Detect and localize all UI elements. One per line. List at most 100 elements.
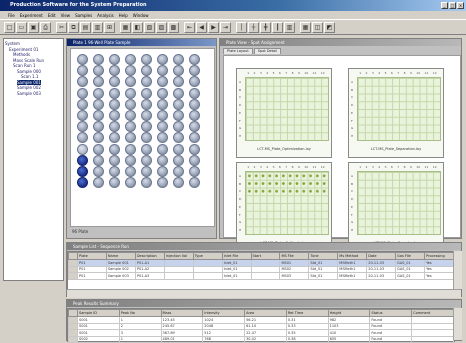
toolbar-button[interactable]: ▥ — [92, 21, 103, 33]
plate-well[interactable] — [189, 143, 200, 155]
maximize-button[interactable]: □ — [449, 2, 456, 9]
plate-well[interactable] — [125, 121, 136, 133]
plate-well[interactable] — [77, 65, 88, 77]
sample-table-hscroll[interactable] — [67, 289, 461, 298]
column-header[interactable]: Injection Vol — [163, 252, 194, 260]
mini-plate[interactable]: 1 2 3 4 5 6 7 8 9 10 11 12 A B C D E F G H LCT-MS_Plate_Opti… — [236, 68, 332, 158]
column-header[interactable]: Description — [134, 252, 165, 260]
toolbar-button[interactable]: │ — [236, 21, 247, 33]
tree-item[interactable]: Sample 003 — [5, 91, 62, 97]
plate-well[interactable] — [93, 98, 104, 110]
column-header[interactable]: Gas File — [395, 252, 426, 260]
plate-well[interactable] — [77, 109, 88, 121]
plate-well[interactable] — [93, 154, 104, 166]
tab-spot-detail[interactable]: Spot Detail — [253, 48, 282, 54]
column-header[interactable]: Processing — [424, 252, 454, 260]
table-row[interactable]: P01 Sample 003 P01-A3 Inlet_01 MS03 Std_01 MSM… — [68, 272, 454, 280]
toolbar-button[interactable]: ▥ — [284, 21, 295, 33]
plate-well[interactable] — [141, 54, 152, 65]
column-header[interactable]: Inlet File — [221, 252, 252, 260]
plate-well[interactable] — [109, 98, 120, 110]
plate-well[interactable] — [141, 65, 152, 77]
menu-item-window[interactable]: Window — [133, 13, 149, 18]
toolbar-button[interactable]: ✂ — [56, 21, 67, 33]
column-header[interactable]: Type — [192, 252, 223, 260]
plate-well[interactable] — [77, 98, 88, 110]
plate-well[interactable] — [141, 154, 152, 166]
plate-well[interactable] — [109, 121, 120, 133]
plate-well[interactable] — [173, 54, 184, 65]
results-table-vscroll[interactable] — [453, 308, 462, 340]
column-header[interactable]: Plate — [77, 252, 107, 260]
plate-well[interactable] — [125, 65, 136, 77]
plate-well[interactable] — [93, 65, 104, 77]
plate-well[interactable] — [77, 87, 88, 99]
plate-well[interactable] — [189, 165, 200, 177]
column-header[interactable]: Status — [369, 309, 413, 317]
column-header[interactable]: Date — [366, 252, 397, 260]
toolbar-button[interactable]: ⇤ — [184, 21, 195, 33]
plate-well[interactable] — [109, 87, 120, 99]
sample-table[interactable]: Plate Name Description Injection Vol Type Inl… — [67, 251, 455, 291]
plate-well[interactable] — [157, 109, 168, 121]
toolbar-button[interactable]: ⧉ — [68, 21, 79, 33]
plate-well[interactable] — [157, 132, 168, 144]
plate-well[interactable] — [157, 87, 168, 99]
plate-well[interactable] — [109, 76, 120, 88]
plate-well[interactable] — [173, 121, 184, 133]
toolbar-button[interactable]: ◀ — [196, 21, 207, 33]
plate-well[interactable] — [125, 54, 136, 65]
menu-item-samples[interactable]: Samples — [75, 13, 92, 18]
column-header[interactable]: Tune — [308, 252, 339, 260]
plate-well[interactable] — [157, 54, 168, 65]
mini-plate[interactable]: 1 2 3 4 5 6 7 8 9 10 11 12 A B C D E F G H LCT-MS_Plate_Sepa… — [348, 68, 444, 158]
column-header[interactable]: Ret Time — [285, 309, 329, 317]
toolbar-button[interactable]: ◩ — [324, 21, 335, 33]
column-header[interactable]: Mass — [160, 309, 204, 317]
plate-well[interactable] — [189, 109, 200, 121]
plate-well[interactable] — [141, 87, 152, 99]
toolbar-button[interactable]: ▦ — [300, 21, 311, 33]
toolbar-button[interactable]: ▦ — [120, 21, 131, 33]
toolbar-button[interactable]: ◧ — [132, 21, 143, 33]
plate-well[interactable] — [189, 65, 200, 77]
plate-well[interactable] — [189, 132, 200, 144]
toolbar-button[interactable]: □ — [4, 21, 15, 33]
plate-well[interactable] — [77, 121, 88, 133]
plate-well[interactable] — [141, 76, 152, 88]
plate-well[interactable] — [189, 98, 200, 110]
toolbar-button[interactable]: ⊞ — [104, 21, 115, 33]
plate-well[interactable] — [77, 154, 88, 166]
plate-well[interactable] — [141, 121, 152, 133]
plate-well[interactable] — [141, 98, 152, 110]
plate-well[interactable] — [125, 109, 136, 121]
plate-well[interactable] — [93, 121, 104, 133]
plate-well[interactable] — [173, 165, 184, 177]
plate-well[interactable] — [157, 76, 168, 88]
toolbar-button[interactable]: ◫ — [312, 21, 323, 33]
plate-well[interactable] — [77, 177, 88, 189]
plate-well[interactable] — [77, 143, 88, 155]
plate-well[interactable] — [141, 177, 152, 189]
column-header[interactable] — [68, 309, 78, 317]
column-header[interactable] — [68, 252, 78, 260]
mini-plate[interactable]: 123456789101112ABCDEFGHLCT-MS_Plate_Samp… — [348, 162, 444, 252]
toolbar-button[interactable]: ╋ — [260, 21, 271, 33]
plate-well[interactable] — [173, 143, 184, 155]
plate-well[interactable] — [93, 54, 104, 65]
plate-well[interactable] — [93, 177, 104, 189]
plate-well[interactable] — [173, 87, 184, 99]
mini-plate-grid[interactable] — [357, 171, 441, 235]
plate-well[interactable] — [189, 76, 200, 88]
toolbar-button[interactable]: ▶ — [208, 21, 219, 33]
menu-item-view[interactable]: View — [61, 13, 71, 18]
table-row[interactable]: S002 1 489.01 768 30.02 0.38 655 Found — [68, 335, 454, 343]
menu-item-help[interactable]: Help — [119, 13, 128, 18]
plate-well[interactable] — [157, 121, 168, 133]
plate-well[interactable] — [189, 177, 200, 189]
toolbar-button[interactable]: ┃ — [272, 21, 283, 33]
plate-well[interactable] — [173, 132, 184, 144]
plate-well[interactable] — [125, 98, 136, 110]
plate-well[interactable] — [141, 143, 152, 155]
plate-well[interactable] — [141, 132, 152, 144]
